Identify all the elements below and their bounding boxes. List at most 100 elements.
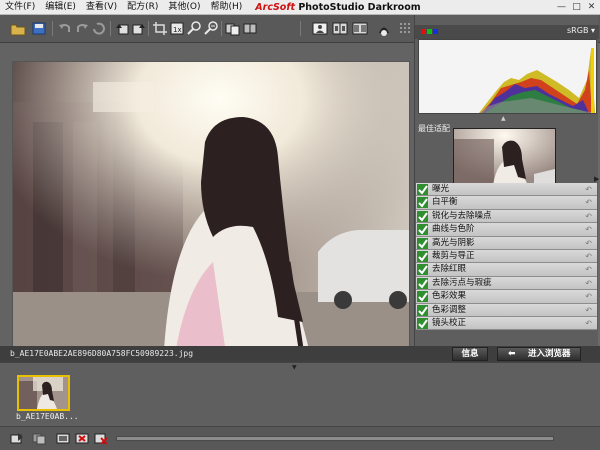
toolbar-separator xyxy=(148,21,149,36)
app-brand: ArcSoft xyxy=(255,1,296,13)
adjustment-label: 去除红眼 xyxy=(432,264,467,275)
menu-view[interactable]: 查看(V) xyxy=(81,0,122,15)
adjustment-item[interactable]: 裁剪与导正 ↶ xyxy=(416,249,597,264)
select-all-icon[interactable] xyxy=(32,432,46,445)
overexposure-icon[interactable] xyxy=(376,21,392,36)
histogram xyxy=(418,39,597,114)
adjustment-item[interactable]: 镜头校正 ↶ xyxy=(416,316,597,331)
reset-icon[interactable]: ↶ xyxy=(585,196,592,209)
photo-canvas xyxy=(0,43,414,367)
remove-image-icon[interactable] xyxy=(75,432,89,445)
checkmark-icon[interactable] xyxy=(417,317,428,329)
color-space-select[interactable]: sRGB ▾ xyxy=(567,26,595,35)
grid-icon[interactable] xyxy=(398,21,414,36)
window-controls: — □ ✕ xyxy=(555,1,598,13)
view-dual-icon[interactable] xyxy=(352,21,368,36)
adjustment-item[interactable]: 去除污点与瑕疵 ↶ xyxy=(416,276,597,291)
reset-icon[interactable]: ↶ xyxy=(585,183,592,196)
histogram-header: sRGB ▾ xyxy=(415,25,599,39)
back-arrow-icon: ⬅ xyxy=(508,349,516,359)
reset-icon[interactable]: ↶ xyxy=(585,250,592,263)
menu-file[interactable]: 文件(F) xyxy=(0,0,40,15)
maximize-icon[interactable]: □ xyxy=(570,1,583,13)
adjustment-label: 裁剪与导正 xyxy=(432,250,475,261)
adjustment-item[interactable]: 色彩调整 ↶ xyxy=(416,303,597,317)
compare-icon[interactable] xyxy=(225,21,241,36)
checkmark-icon[interactable] xyxy=(417,304,428,316)
collapse-filmstrip-icon[interactable]: ▼ xyxy=(292,364,297,371)
adjustment-item[interactable]: 高光与阴影 ↶ xyxy=(416,236,597,250)
delete-image-icon[interactable] xyxy=(94,432,108,445)
adjustment-item[interactable]: 去除红眼 ↶ xyxy=(416,263,597,277)
file-info-bar: b_AE17E0ABE2AE896D80A758FC50989223.jpg 信… xyxy=(0,346,600,362)
enter-browser-button[interactable]: ⬅ 进入浏览器 xyxy=(497,347,581,361)
reset-icon[interactable]: ↶ xyxy=(585,210,592,223)
main-photo[interactable] xyxy=(12,61,410,367)
reset-icon[interactable]: ↶ xyxy=(585,290,592,303)
minimize-icon[interactable]: — xyxy=(555,1,568,13)
checkmark-icon[interactable] xyxy=(417,277,428,289)
channel-swatches[interactable] xyxy=(421,29,439,34)
reset-icon[interactable]: ↶ xyxy=(585,263,592,276)
app-product-name: PhotoStudio Darkroom xyxy=(298,1,421,13)
adjustment-item[interactable]: 色彩效果 ↶ xyxy=(416,290,597,304)
crop-icon[interactable] xyxy=(152,21,168,36)
menu-recipe[interactable]: 配方(R) xyxy=(122,0,163,15)
collapse-histogram-icon[interactable]: ▲ xyxy=(501,115,506,122)
split-icon[interactable] xyxy=(242,21,258,36)
adjustment-item[interactable]: 白平衡 ↶ xyxy=(416,196,597,210)
adjustment-label: 白平衡 xyxy=(432,197,458,208)
green-channel-icon[interactable] xyxy=(427,29,432,34)
reset-icon[interactable]: ↶ xyxy=(585,317,592,330)
checkmark-icon[interactable] xyxy=(417,291,428,303)
adjustment-item[interactable]: 曲线与色阶 ↶ xyxy=(416,223,597,237)
toolbar-separator xyxy=(221,21,222,36)
import-icon[interactable] xyxy=(10,432,24,445)
menu-other[interactable]: 其他(O) xyxy=(163,0,205,15)
open-icon[interactable] xyxy=(10,21,26,36)
menu-bar: 文件(F) 编辑(E) 查看(V) 配方(R) 其他(O) 帮助(H) ArcS… xyxy=(0,0,600,15)
info-button[interactable]: 信息 xyxy=(452,347,488,361)
film-thumbnail[interactable] xyxy=(17,375,70,411)
zoom-out-icon[interactable] xyxy=(203,21,219,36)
menu-edit[interactable]: 编辑(E) xyxy=(40,0,81,15)
menu-help[interactable]: 帮助(H) xyxy=(206,0,248,15)
expand-panel-icon[interactable]: ▶ xyxy=(594,175,599,183)
svg-text:1x: 1x xyxy=(173,26,182,34)
resize-icon[interactable]: 1x xyxy=(169,21,185,36)
reset-icon[interactable]: ↶ xyxy=(585,237,592,250)
filmstrip: ▼ b_AE17E0AB... xyxy=(0,362,600,426)
refresh-icon[interactable] xyxy=(91,21,107,36)
redo-icon[interactable] xyxy=(74,21,90,36)
rotate-left-icon[interactable] xyxy=(114,21,130,36)
checkmark-icon[interactable] xyxy=(417,210,428,222)
info-button-label: 信息 xyxy=(461,349,479,359)
color-space-value: sRGB xyxy=(567,26,589,35)
zoom-in-icon[interactable] xyxy=(186,21,202,36)
reset-icon[interactable]: ↶ xyxy=(585,304,592,317)
checkmark-icon[interactable] xyxy=(417,264,428,276)
rotate-right-icon[interactable] xyxy=(131,21,147,36)
right-panel: sRGB ▾ ▲ 最佳适配 曝光 ↶ 白平衡 ↶ 锐化与去除噪点 ↶ 曲线与色阶… xyxy=(414,15,599,346)
checkmark-icon[interactable] xyxy=(417,197,428,209)
checkmark-icon[interactable] xyxy=(417,184,428,195)
checkmark-icon[interactable] xyxy=(417,224,428,236)
adjustment-label: 色彩调整 xyxy=(432,304,467,315)
adjustment-item[interactable]: 曝光 ↶ xyxy=(416,183,597,197)
view-split-icon[interactable] xyxy=(332,21,348,36)
reset-icon[interactable]: ↶ xyxy=(585,277,592,290)
checkmark-icon[interactable] xyxy=(417,237,428,249)
save-icon[interactable] xyxy=(31,21,47,36)
adjustment-item[interactable]: 锐化与去除噪点 ↶ xyxy=(416,209,597,224)
undo-icon[interactable] xyxy=(57,21,73,36)
view-thumbnail-icon[interactable] xyxy=(56,432,70,445)
red-channel-icon[interactable] xyxy=(421,29,426,34)
checkmark-icon[interactable] xyxy=(417,250,428,262)
view-single-icon[interactable] xyxy=(312,21,328,36)
reset-icon[interactable]: ↶ xyxy=(585,223,592,236)
adjustment-label: 锐化与去除噪点 xyxy=(432,210,492,221)
thumbnail-size-slider[interactable] xyxy=(116,436,554,441)
blue-channel-icon[interactable] xyxy=(433,29,438,34)
file-name: b_AE17E0ABE2AE896D80A758FC50989223.jpg xyxy=(10,349,194,358)
close-icon[interactable]: ✕ xyxy=(585,1,598,13)
